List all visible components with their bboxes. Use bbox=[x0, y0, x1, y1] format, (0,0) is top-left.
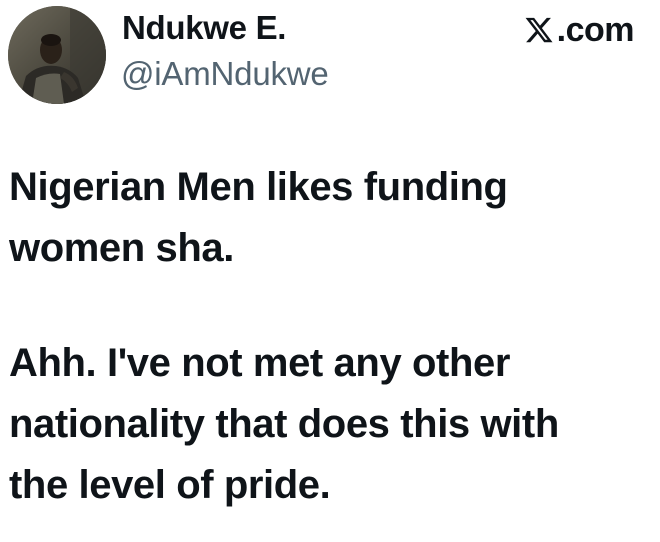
brand-domain-label: .com bbox=[556, 11, 635, 49]
tweet-line: nationality that does this with bbox=[9, 402, 559, 446]
tweet-line: women sha. bbox=[9, 226, 234, 270]
tweet-card: Ndukwe E. @iAmNdukwe .com Nigerian Men l… bbox=[0, 0, 660, 542]
tweet-line: Ahh. I've not met any other bbox=[9, 341, 510, 385]
avatar[interactable] bbox=[8, 6, 106, 104]
author-name[interactable]: Ndukwe E. bbox=[122, 8, 286, 48]
tweet-paragraph-1: Nigerian Men likes funding women sha. bbox=[9, 157, 649, 279]
author-handle[interactable]: @iAmNdukwe bbox=[121, 54, 329, 94]
tweet-line: the level of pride. bbox=[9, 463, 331, 507]
x-logo-icon bbox=[525, 17, 553, 43]
brand-x-com: .com bbox=[524, 10, 635, 50]
tweet-line: Nigerian Men likes funding bbox=[9, 165, 508, 209]
tweet-paragraph-2: Ahh. I've not met any other nationality … bbox=[9, 333, 649, 516]
avatar-photo-icon bbox=[8, 6, 106, 104]
tweet-header: Ndukwe E. @iAmNdukwe .com bbox=[8, 6, 648, 106]
